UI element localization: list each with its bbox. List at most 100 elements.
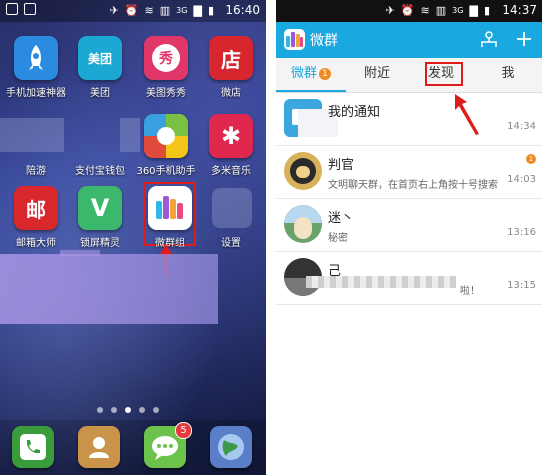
battery-icon: ▮ — [207, 4, 214, 17]
mute-icon: ✈ — [109, 4, 119, 17]
tab-badge: 1 — [319, 67, 331, 80]
weidian-icon: 店 — [209, 36, 253, 80]
clock: 16:40 — [225, 3, 260, 17]
clock: 14:37 — [502, 3, 537, 17]
sim-icon: ▥ — [435, 4, 447, 17]
image-icon — [24, 3, 36, 15]
app-lock-screen[interactable]: V 锁屏精灵 — [68, 186, 132, 249]
app-label: 360手机助手 — [136, 166, 196, 177]
home-screen: ✈ ⏰ ≋ ▥ 3G ▇ ▮ 16:40 手机加速神器 美团 美团 秀 美图秀秀 — [0, 0, 266, 475]
tab-nearby[interactable]: 附近 — [346, 58, 408, 92]
sim-icon: ▥ — [159, 4, 171, 17]
page-dot — [111, 407, 117, 413]
app-settings[interactable]: 设置 — [199, 186, 263, 249]
app-bar: 微群 — [276, 22, 542, 58]
app-weidian[interactable]: 店 微店 — [199, 36, 263, 99]
app-phone-booster[interactable]: 手机加速神器 — [4, 36, 68, 99]
wifi-icon: ≋ — [144, 4, 154, 17]
tab-bar: 微群 1 附近 发现 我 — [276, 58, 542, 93]
mute-icon: ✈ — [385, 4, 395, 17]
meitu-icon: 秀 — [144, 36, 188, 80]
blurred-region — [306, 276, 456, 288]
status-icons: ✈ ⏰ ≋ ▥ 3G ▇ ▮ — [110, 4, 214, 17]
app-title: 微群 — [310, 33, 338, 49]
list-item[interactable]: 判官 文明聊天群，在首页右上角按十号搜索... 1 14:03 — [276, 146, 542, 199]
signal-icon: ▇ — [469, 4, 478, 17]
page-indicator — [97, 407, 159, 413]
conversation-preview: 啦！ — [460, 286, 480, 297]
contacts-icon[interactable] — [78, 426, 120, 468]
blurred-widget — [0, 254, 218, 324]
page-dot — [153, 407, 159, 413]
app-meituan[interactable]: 美团 美团 — [68, 36, 132, 99]
alarm-icon: ⏰ — [124, 4, 139, 17]
conversation-name: 判官 — [328, 158, 355, 173]
duomi-icon: ✱ — [209, 114, 253, 158]
weiqun-logo-icon — [284, 29, 305, 50]
tab-label: 微群 — [290, 66, 317, 81]
phone-icon[interactable] — [12, 426, 54, 468]
tab-label: 附近 — [363, 66, 390, 81]
mail-master-icon: 邮 — [14, 186, 58, 230]
360-icon — [144, 114, 188, 158]
signal-icon: ▇ — [193, 4, 202, 17]
conversation-name: 我的通知 — [328, 105, 381, 120]
conversation-name: 迷丶 — [328, 211, 355, 226]
app-meitu[interactable]: 秀 美图秀秀 — [134, 36, 198, 99]
lock-screen-icon: V — [78, 186, 122, 230]
status-bar: ✈ ⏰ ≋ ▥ 3G ▇ ▮ 16:40 — [0, 0, 266, 22]
app-label: 美图秀秀 — [146, 88, 186, 99]
page-dot-active — [125, 407, 131, 413]
alarm-icon: ⏰ — [400, 4, 415, 17]
battery-icon: ▮ — [483, 4, 490, 17]
contacts-icon[interactable] — [480, 27, 498, 55]
browser-icon[interactable] — [210, 426, 252, 468]
tab-label: 我 — [501, 66, 515, 81]
page-dot — [97, 407, 103, 413]
tab-me[interactable]: 我 — [474, 58, 542, 92]
conversation-time: 13:16 — [507, 227, 536, 238]
page-dot — [139, 407, 145, 413]
app-duomi-music[interactable]: ✱ 多米音乐 — [199, 114, 263, 177]
app-label: 微店 — [221, 88, 241, 99]
app-360-assistant[interactable]: 360手机助手 — [134, 114, 198, 177]
avatar — [284, 205, 322, 243]
conversation-time: 14:03 — [507, 174, 536, 185]
add-icon[interactable] — [516, 27, 532, 54]
list-item[interactable]: 我的通知 14:34 — [276, 93, 542, 146]
network-label: 3G — [452, 6, 464, 15]
blurred-region — [60, 250, 100, 256]
app-label: 美团 — [90, 88, 110, 99]
dock: 5 — [0, 420, 266, 475]
list-item[interactable]: 己 啦！ 13:15 — [276, 252, 542, 305]
app-label: 陪游 — [26, 166, 46, 177]
unread-badge: 5 — [175, 422, 192, 439]
app-mail-master[interactable]: 邮 邮箱大师 — [4, 186, 68, 249]
network-label: 3G — [176, 6, 188, 15]
conversation-time: 13:15 — [507, 280, 536, 291]
avatar — [284, 152, 322, 190]
app-weiqunzu[interactable]: 微群组 — [138, 186, 202, 249]
wifi-icon: ≋ — [420, 4, 430, 17]
unread-badge: 1 — [526, 154, 536, 164]
app-label: 支付宝钱包 — [75, 166, 125, 177]
app-label: 锁屏精灵 — [80, 238, 120, 249]
app-alipay[interactable]: 支付宝钱包 — [68, 114, 132, 177]
app-label: 邮箱大师 — [16, 238, 56, 249]
app-label: 多米音乐 — [211, 166, 251, 177]
image-icon — [6, 3, 18, 15]
weiqun-logo-icon — [148, 186, 192, 230]
highlight-box — [425, 62, 463, 86]
conversation-preview: 文明聊天群，在首页右上角按十号搜索... — [328, 180, 498, 191]
status-bar: ✈ ⏰ ≋ ▥ 3G ▇ ▮ 14:37 — [276, 0, 542, 22]
status-icons: ✈ ⏰ ≋ ▥ 3G ▇ ▮ — [386, 4, 490, 17]
status-notifications — [6, 3, 36, 15]
list-item[interactable]: 迷丶 秘密 13:16 — [276, 199, 542, 252]
rocket-icon — [14, 36, 58, 80]
tab-weiqun[interactable]: 微群 1 — [276, 58, 346, 92]
conversation-time: 14:34 — [507, 121, 536, 132]
app-peiyou[interactable]: 陪游 — [4, 114, 68, 177]
app-screen: ✈ ⏰ ≋ ▥ 3G ▇ ▮ 14:37 微群 微群 1 附近 发现 我 我的通… — [276, 0, 542, 475]
app-label: 设置 — [221, 238, 241, 249]
conversation-preview: 秘密 — [328, 233, 348, 244]
